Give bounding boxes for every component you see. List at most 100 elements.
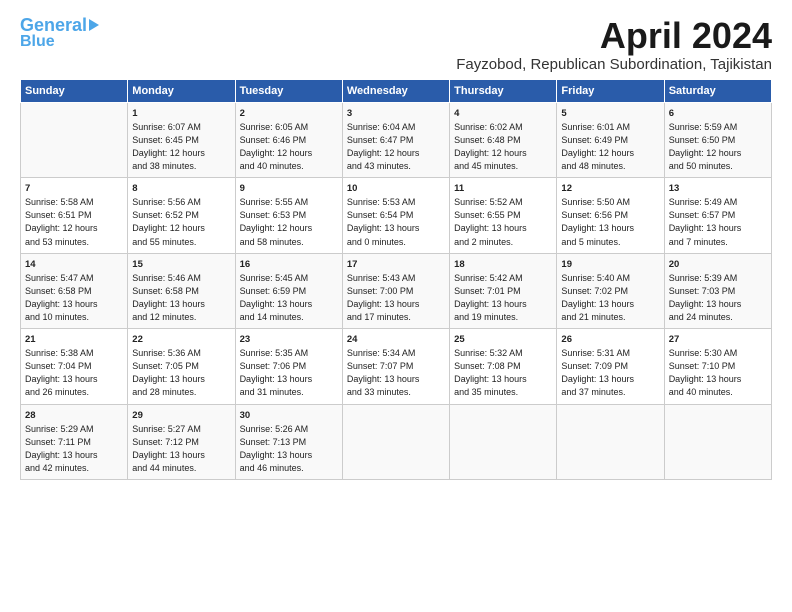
cell-content: Sunrise: 6:07 AMSunset: 6:45 PMDaylight:… bbox=[132, 121, 230, 173]
cell-content: Sunrise: 5:47 AMSunset: 6:58 PMDaylight:… bbox=[25, 272, 123, 324]
calendar-table: SundayMondayTuesdayWednesdayThursdayFrid… bbox=[20, 79, 772, 480]
cell-content: Sunrise: 5:36 AMSunset: 7:05 PMDaylight:… bbox=[132, 347, 230, 399]
calendar-cell: 6Sunrise: 5:59 AMSunset: 6:50 PMDaylight… bbox=[664, 102, 771, 177]
calendar-cell: 18Sunrise: 5:42 AMSunset: 7:01 PMDayligh… bbox=[450, 253, 557, 328]
day-number: 3 bbox=[347, 107, 445, 120]
cell-content: Sunrise: 5:35 AMSunset: 7:06 PMDaylight:… bbox=[240, 347, 338, 399]
day-number: 30 bbox=[240, 409, 338, 422]
table-header-row: SundayMondayTuesdayWednesdayThursdayFrid… bbox=[21, 79, 772, 102]
calendar-cell: 30Sunrise: 5:26 AMSunset: 7:13 PMDayligh… bbox=[235, 404, 342, 479]
day-number: 26 bbox=[561, 333, 659, 346]
col-header-sunday: Sunday bbox=[21, 79, 128, 102]
calendar-cell: 7Sunrise: 5:58 AMSunset: 6:51 PMDaylight… bbox=[21, 178, 128, 253]
cell-content: Sunrise: 5:43 AMSunset: 7:00 PMDaylight:… bbox=[347, 272, 445, 324]
cell-content: Sunrise: 5:34 AMSunset: 7:07 PMDaylight:… bbox=[347, 347, 445, 399]
calendar-cell: 3Sunrise: 6:04 AMSunset: 6:47 PMDaylight… bbox=[342, 102, 449, 177]
cell-content: Sunrise: 6:04 AMSunset: 6:47 PMDaylight:… bbox=[347, 121, 445, 173]
day-number: 2 bbox=[240, 107, 338, 120]
table-row: 28Sunrise: 5:29 AMSunset: 7:11 PMDayligh… bbox=[21, 404, 772, 479]
day-number: 14 bbox=[25, 258, 123, 271]
cell-content: Sunrise: 5:40 AMSunset: 7:02 PMDaylight:… bbox=[561, 272, 659, 324]
calendar-cell: 28Sunrise: 5:29 AMSunset: 7:11 PMDayligh… bbox=[21, 404, 128, 479]
day-number: 23 bbox=[240, 333, 338, 346]
calendar-cell: 24Sunrise: 5:34 AMSunset: 7:07 PMDayligh… bbox=[342, 329, 449, 404]
calendar-cell: 21Sunrise: 5:38 AMSunset: 7:04 PMDayligh… bbox=[21, 329, 128, 404]
cell-content: Sunrise: 5:53 AMSunset: 6:54 PMDaylight:… bbox=[347, 196, 445, 248]
calendar-cell: 11Sunrise: 5:52 AMSunset: 6:55 PMDayligh… bbox=[450, 178, 557, 253]
cell-content: Sunrise: 5:49 AMSunset: 6:57 PMDaylight:… bbox=[669, 196, 767, 248]
cell-content: Sunrise: 5:52 AMSunset: 6:55 PMDaylight:… bbox=[454, 196, 552, 248]
table-row: 1Sunrise: 6:07 AMSunset: 6:45 PMDaylight… bbox=[21, 102, 772, 177]
cell-content: Sunrise: 6:01 AMSunset: 6:49 PMDaylight:… bbox=[561, 121, 659, 173]
calendar-cell bbox=[21, 102, 128, 177]
day-number: 29 bbox=[132, 409, 230, 422]
col-header-tuesday: Tuesday bbox=[235, 79, 342, 102]
day-number: 9 bbox=[240, 182, 338, 195]
calendar-cell: 25Sunrise: 5:32 AMSunset: 7:08 PMDayligh… bbox=[450, 329, 557, 404]
header: General Blue April 2024 Fayzobod, Republ… bbox=[20, 16, 772, 73]
calendar-cell: 12Sunrise: 5:50 AMSunset: 6:56 PMDayligh… bbox=[557, 178, 664, 253]
cell-content: Sunrise: 5:56 AMSunset: 6:52 PMDaylight:… bbox=[132, 196, 230, 248]
day-number: 20 bbox=[669, 258, 767, 271]
col-header-saturday: Saturday bbox=[664, 79, 771, 102]
day-number: 16 bbox=[240, 258, 338, 271]
day-number: 5 bbox=[561, 107, 659, 120]
calendar-cell: 20Sunrise: 5:39 AMSunset: 7:03 PMDayligh… bbox=[664, 253, 771, 328]
calendar-cell: 4Sunrise: 6:02 AMSunset: 6:48 PMDaylight… bbox=[450, 102, 557, 177]
logo-arrow-icon bbox=[89, 19, 99, 31]
day-number: 7 bbox=[25, 182, 123, 195]
calendar-cell: 1Sunrise: 6:07 AMSunset: 6:45 PMDaylight… bbox=[128, 102, 235, 177]
cell-content: Sunrise: 5:58 AMSunset: 6:51 PMDaylight:… bbox=[25, 196, 123, 248]
calendar-cell bbox=[664, 404, 771, 479]
day-number: 1 bbox=[132, 107, 230, 120]
cell-content: Sunrise: 5:26 AMSunset: 7:13 PMDaylight:… bbox=[240, 423, 338, 475]
cell-content: Sunrise: 5:29 AMSunset: 7:11 PMDaylight:… bbox=[25, 423, 123, 475]
calendar-cell bbox=[557, 404, 664, 479]
cell-content: Sunrise: 5:39 AMSunset: 7:03 PMDaylight:… bbox=[669, 272, 767, 324]
calendar-cell: 23Sunrise: 5:35 AMSunset: 7:06 PMDayligh… bbox=[235, 329, 342, 404]
calendar-cell: 26Sunrise: 5:31 AMSunset: 7:09 PMDayligh… bbox=[557, 329, 664, 404]
day-number: 10 bbox=[347, 182, 445, 195]
day-number: 19 bbox=[561, 258, 659, 271]
calendar-cell: 10Sunrise: 5:53 AMSunset: 6:54 PMDayligh… bbox=[342, 178, 449, 253]
day-number: 8 bbox=[132, 182, 230, 195]
calendar-cell: 2Sunrise: 6:05 AMSunset: 6:46 PMDaylight… bbox=[235, 102, 342, 177]
col-header-friday: Friday bbox=[557, 79, 664, 102]
day-number: 15 bbox=[132, 258, 230, 271]
logo-blue: Blue bbox=[20, 34, 55, 50]
col-header-thursday: Thursday bbox=[450, 79, 557, 102]
table-row: 7Sunrise: 5:58 AMSunset: 6:51 PMDaylight… bbox=[21, 178, 772, 253]
day-number: 13 bbox=[669, 182, 767, 195]
cell-content: Sunrise: 5:55 AMSunset: 6:53 PMDaylight:… bbox=[240, 196, 338, 248]
logo: General Blue bbox=[20, 16, 99, 50]
page: General Blue April 2024 Fayzobod, Republ… bbox=[0, 0, 792, 490]
cell-content: Sunrise: 5:31 AMSunset: 7:09 PMDaylight:… bbox=[561, 347, 659, 399]
day-number: 11 bbox=[454, 182, 552, 195]
day-number: 17 bbox=[347, 258, 445, 271]
logo-text: General bbox=[20, 16, 87, 34]
cell-content: Sunrise: 5:45 AMSunset: 6:59 PMDaylight:… bbox=[240, 272, 338, 324]
cell-content: Sunrise: 5:38 AMSunset: 7:04 PMDaylight:… bbox=[25, 347, 123, 399]
col-header-monday: Monday bbox=[128, 79, 235, 102]
day-number: 25 bbox=[454, 333, 552, 346]
calendar-cell: 13Sunrise: 5:49 AMSunset: 6:57 PMDayligh… bbox=[664, 178, 771, 253]
day-number: 18 bbox=[454, 258, 552, 271]
calendar-cell bbox=[342, 404, 449, 479]
cell-content: Sunrise: 5:27 AMSunset: 7:12 PMDaylight:… bbox=[132, 423, 230, 475]
day-number: 6 bbox=[669, 107, 767, 120]
day-number: 28 bbox=[25, 409, 123, 422]
cell-content: Sunrise: 5:30 AMSunset: 7:10 PMDaylight:… bbox=[669, 347, 767, 399]
calendar-cell: 27Sunrise: 5:30 AMSunset: 7:10 PMDayligh… bbox=[664, 329, 771, 404]
cell-content: Sunrise: 5:59 AMSunset: 6:50 PMDaylight:… bbox=[669, 121, 767, 173]
calendar-cell bbox=[450, 404, 557, 479]
calendar-cell: 5Sunrise: 6:01 AMSunset: 6:49 PMDaylight… bbox=[557, 102, 664, 177]
cell-content: Sunrise: 5:42 AMSunset: 7:01 PMDaylight:… bbox=[454, 272, 552, 324]
calendar-cell: 15Sunrise: 5:46 AMSunset: 6:58 PMDayligh… bbox=[128, 253, 235, 328]
col-header-wednesday: Wednesday bbox=[342, 79, 449, 102]
calendar-cell: 14Sunrise: 5:47 AMSunset: 6:58 PMDayligh… bbox=[21, 253, 128, 328]
cell-content: Sunrise: 5:50 AMSunset: 6:56 PMDaylight:… bbox=[561, 196, 659, 248]
calendar-cell: 17Sunrise: 5:43 AMSunset: 7:00 PMDayligh… bbox=[342, 253, 449, 328]
cell-content: Sunrise: 6:02 AMSunset: 6:48 PMDaylight:… bbox=[454, 121, 552, 173]
day-number: 21 bbox=[25, 333, 123, 346]
calendar-cell: 9Sunrise: 5:55 AMSunset: 6:53 PMDaylight… bbox=[235, 178, 342, 253]
